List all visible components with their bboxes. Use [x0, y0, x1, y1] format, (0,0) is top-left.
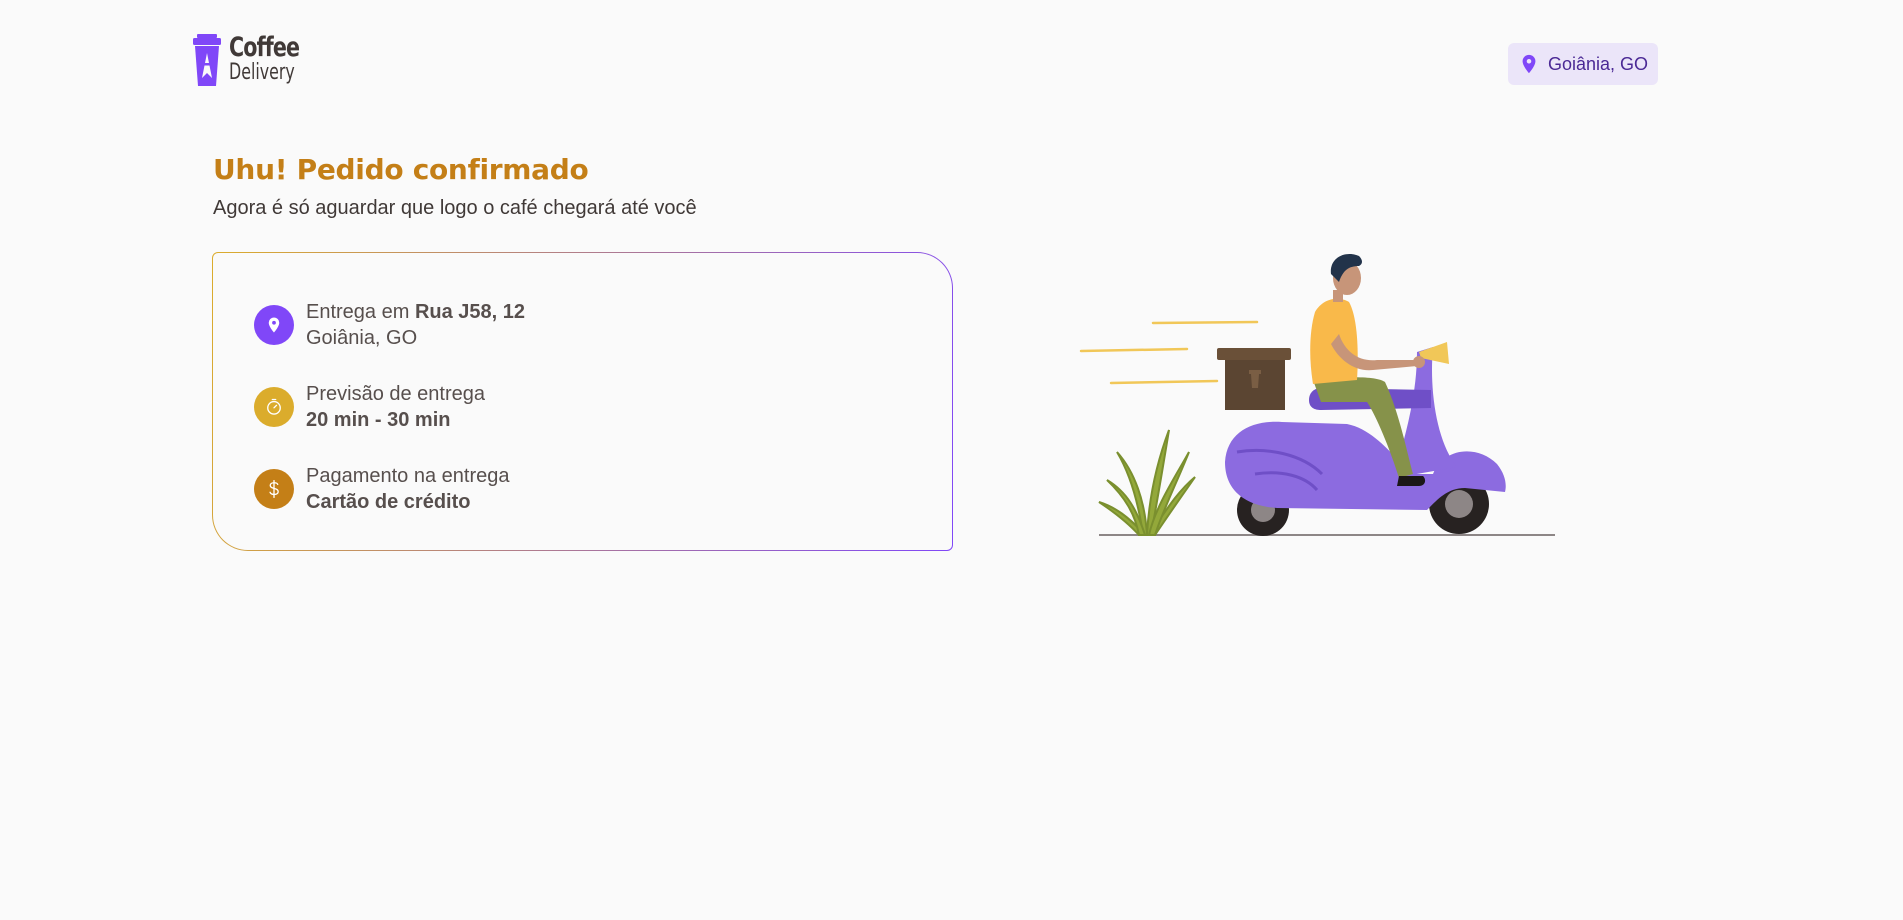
map-pin-icon	[1522, 54, 1536, 74]
dollar-icon	[254, 469, 294, 509]
delivery-city: Goiânia, GO	[306, 327, 418, 349]
coffee-cup-logo-icon	[193, 34, 221, 86]
delivery-address-info: Entrega em Rua J58, 12 Goiânia, GO	[254, 299, 525, 351]
header: Coffee Delivery Goiânia, GO	[192, 32, 1658, 88]
location-badge[interactable]: Goiânia, GO	[1507, 43, 1658, 85]
delivery-time-text: Previsão de entrega 20 min - 30 min	[306, 381, 485, 433]
brand-subtitle: Delivery	[229, 60, 295, 85]
payment-info: Pagamento na entrega Cartão de crédito	[254, 463, 510, 515]
payment-label: Pagamento na entrega	[306, 465, 510, 487]
payment-value: Cartão de crédito	[306, 491, 471, 513]
plant-icon	[1098, 429, 1196, 536]
page-subtitle: Agora é só aguardar que logo o café cheg…	[213, 197, 697, 219]
brand-logo[interactable]: Coffee Delivery	[192, 34, 312, 90]
page-title: Uhu! Pedido confirmado	[213, 153, 589, 186]
delivery-time-value: 20 min - 30 min	[306, 409, 451, 431]
delivery-time-info: Previsão de entrega 20 min - 30 min	[254, 381, 485, 433]
order-summary-card-body: Entrega em Rua J58, 12 Goiânia, GO Previ…	[213, 253, 952, 550]
delivery-illustration	[1079, 254, 1555, 536]
brand-title: Coffee	[229, 32, 300, 63]
map-pin-icon	[254, 305, 294, 345]
location-label: Goiânia, GO	[1547, 53, 1648, 74]
delivery-prefix: Entrega em	[306, 301, 415, 323]
timer-icon	[254, 387, 294, 427]
delivery-address-text: Entrega em Rua J58, 12 Goiânia, GO	[306, 299, 525, 351]
payment-text: Pagamento na entrega Cartão de crédito	[306, 463, 510, 515]
delivery-street: Rua J58, 12	[414, 301, 526, 323]
delivery-time-label: Previsão de entrega	[306, 383, 486, 405]
order-summary-card: Entrega em Rua J58, 12 Goiânia, GO Previ…	[212, 252, 953, 551]
